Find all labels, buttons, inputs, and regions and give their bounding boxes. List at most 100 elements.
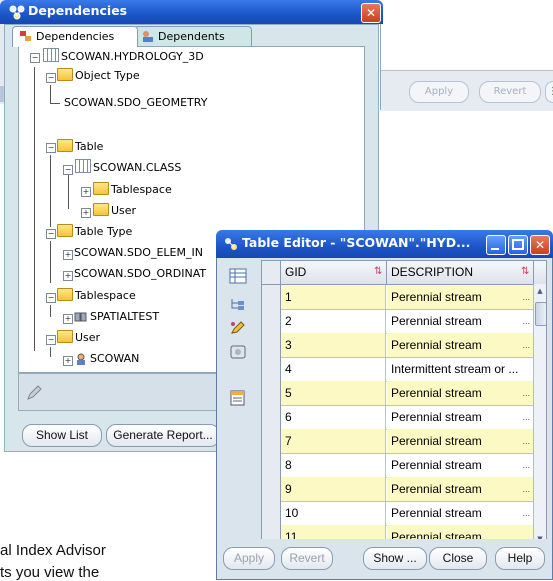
table-row[interactable]: 5 Perennial stream...	[262, 381, 534, 406]
tree-collapse-toggle[interactable]: −	[63, 165, 73, 175]
tree-node-scowan-user[interactable]: SCOWAN	[74, 350, 139, 368]
cell-overflow-ellipsis[interactable]: ...	[522, 333, 530, 357]
tree-expand-toggle[interactable]: +	[81, 187, 91, 197]
vertical-scrollbar[interactable]: ▲ ▼	[533, 284, 546, 546]
table-row[interactable]: 6 Perennial stream...	[262, 405, 534, 430]
sort-icon[interactable]: ⇅	[521, 266, 529, 278]
apply-button[interactable]: Apply	[223, 547, 275, 570]
tree-collapse-toggle[interactable]: −	[46, 335, 56, 345]
cell-description[interactable]: Perennial stream...	[387, 453, 534, 477]
tree-node-table-type[interactable]: Table Type	[57, 223, 132, 241]
table-row[interactable]: 4 Intermittent stream or ...	[262, 357, 534, 382]
tree-collapse-toggle[interactable]: −	[30, 53, 40, 63]
cell-overflow-ellipsis[interactable]: ...	[522, 309, 530, 333]
cell-overflow-ellipsis[interactable]: ...	[522, 381, 530, 405]
cell-gid[interactable]: 4	[281, 357, 386, 381]
properties-icon[interactable]	[229, 390, 247, 406]
row-header-cell[interactable]	[262, 333, 281, 357]
row-header-cell[interactable]	[262, 309, 281, 333]
table-row[interactable]: 8 Perennial stream...	[262, 453, 534, 478]
tree-expand-toggle[interactable]: +	[63, 250, 73, 260]
grid-view-icon[interactable]	[229, 268, 247, 284]
row-header-cell[interactable]	[262, 429, 281, 453]
sort-icon[interactable]: ⇅	[374, 266, 382, 278]
tree-node-sdo-ordinate[interactable]: SCOWAN.SDO_ORDINAT	[74, 265, 206, 283]
revert-button[interactable]: Revert	[281, 547, 333, 570]
cell-gid[interactable]: 7	[281, 429, 386, 453]
scroll-up-arrow[interactable]: ▲	[535, 286, 545, 296]
tree-view-icon[interactable]	[229, 296, 247, 312]
tree-node-sdo-elem-info[interactable]: SCOWAN.SDO_ELEM_IN	[74, 244, 203, 262]
dependencies-titlebar[interactable]: Dependencies ✕	[0, 0, 383, 24]
tree-node-class-user[interactable]: User	[93, 202, 136, 220]
generate-report-button[interactable]: Generate Report...	[106, 424, 220, 447]
tree-node-user[interactable]: User	[57, 329, 100, 347]
row-header-cell[interactable]	[262, 453, 281, 477]
tree-node-class-tablespace[interactable]: Tablespace	[93, 181, 172, 199]
cell-description[interactable]: Perennial stream...	[387, 501, 534, 525]
cell-description[interactable]: Intermittent stream or ...	[387, 357, 534, 381]
cell-overflow-ellipsis[interactable]: ...	[522, 453, 530, 477]
tree-collapse-toggle[interactable]: −	[46, 73, 56, 83]
column-header-gid[interactable]: GID ⇅	[281, 261, 387, 284]
cell-gid[interactable]: 1	[281, 285, 386, 309]
close-button[interactable]: Close	[429, 547, 487, 570]
data-grid[interactable]: GID ⇅ DESCRIPTION ⇅ 1 Perennial stream...…	[261, 260, 547, 548]
tree-node-root[interactable]: SCOWAN.HYDROLOGY_3D	[43, 48, 204, 66]
background-apply-button[interactable]: Apply	[409, 81, 469, 103]
cell-gid[interactable]: 8	[281, 453, 386, 477]
cell-description[interactable]: Perennial stream...	[387, 477, 534, 501]
tree-collapse-toggle[interactable]: −	[46, 143, 56, 153]
cell-gid[interactable]: 10	[281, 501, 386, 525]
tree-node-spatialtest[interactable]: SPATIALTEST	[74, 308, 159, 326]
tree-node-table[interactable]: Table	[57, 138, 103, 156]
cell-description[interactable]: Perennial stream...	[387, 405, 534, 429]
tree-expand-toggle[interactable]: +	[63, 356, 73, 366]
cell-overflow-ellipsis[interactable]: ...	[522, 405, 530, 429]
tab-dependencies[interactable]: Dependencies	[12, 26, 138, 47]
cell-gid[interactable]: 2	[281, 309, 386, 333]
cell-description[interactable]: Perennial stream...	[387, 309, 534, 333]
tree-collapse-toggle[interactable]: −	[46, 293, 56, 303]
tree-node-sdo-geometry[interactable]: SCOWAN.SDO_GEOMETRY	[64, 94, 207, 112]
cell-description[interactable]: Perennial stream...	[387, 285, 534, 309]
table-row[interactable]: 2 Perennial stream...	[262, 309, 534, 334]
cell-gid[interactable]: 9	[281, 477, 386, 501]
tree-collapse-toggle[interactable]: −	[46, 229, 56, 239]
cell-overflow-ellipsis[interactable]: ...	[522, 429, 530, 453]
tab-dependents[interactable]: Dependents	[134, 26, 252, 47]
cell-description[interactable]: Perennial stream...	[387, 429, 534, 453]
tree-expand-toggle[interactable]: +	[63, 314, 73, 324]
row-header-cell[interactable]	[262, 477, 281, 501]
row-header-cell[interactable]	[262, 405, 281, 429]
row-header-cell[interactable]	[262, 381, 281, 405]
cell-gid[interactable]: 3	[281, 333, 386, 357]
tree-expand-toggle[interactable]: +	[63, 271, 73, 281]
row-header-cell[interactable]	[262, 501, 281, 525]
table-row[interactable]: 9 Perennial stream...	[262, 477, 534, 502]
table-row[interactable]: 10 Perennial stream...	[262, 501, 534, 526]
table-row[interactable]: 7 Perennial stream...	[262, 429, 534, 454]
cell-gid[interactable]: 6	[281, 405, 386, 429]
edit-icon[interactable]	[229, 320, 247, 336]
minimize-button[interactable]	[486, 235, 506, 255]
row-header-cell[interactable]	[262, 357, 281, 381]
dependencies-close-button[interactable]: ✕	[361, 3, 381, 23]
cell-gid[interactable]: 5	[281, 381, 386, 405]
background-revert-button[interactable]: Revert	[479, 81, 541, 103]
scroll-thumb[interactable]	[535, 302, 546, 326]
cell-description[interactable]: Perennial stream...	[387, 333, 534, 357]
table-editor-titlebar[interactable]: Table Editor - "SCOWAN"."HYD... ✕	[216, 230, 553, 258]
tree-expand-toggle[interactable]: +	[81, 208, 91, 218]
filter-icon[interactable]	[229, 344, 247, 360]
show-list-button[interactable]: Show List	[22, 424, 102, 447]
tree-node-object-type[interactable]: Object Type	[57, 67, 140, 85]
cell-overflow-ellipsis[interactable]: ...	[522, 285, 530, 309]
table-row[interactable]: 3 Perennial stream...	[262, 333, 534, 358]
cell-description[interactable]: Perennial stream...	[387, 381, 534, 405]
cell-overflow-ellipsis[interactable]: ...	[522, 501, 530, 525]
column-header-description[interactable]: DESCRIPTION ⇅	[387, 261, 534, 284]
tree-node-tablespace[interactable]: Tablespace	[57, 287, 136, 305]
cell-overflow-ellipsis[interactable]: ...	[522, 477, 530, 501]
table-row[interactable]: 1 Perennial stream...	[262, 285, 534, 310]
